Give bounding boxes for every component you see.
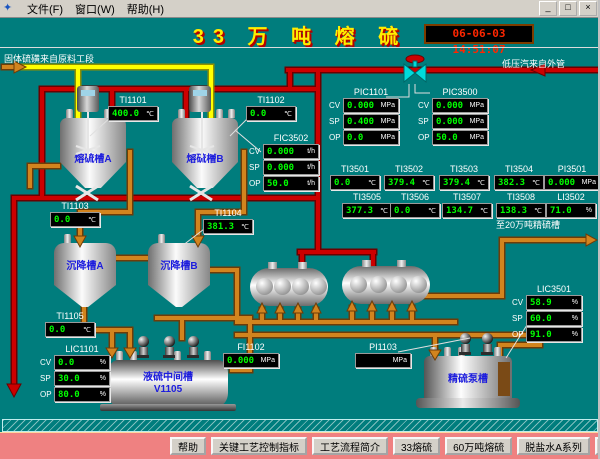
menu-help[interactable]: 帮助(H) — [121, 0, 170, 18]
tank-label: 熔硫槽A — [60, 150, 126, 165]
app-icon: ✦ — [3, 2, 17, 15]
menu-window[interactable]: 窗口(W) — [69, 0, 121, 18]
pump-icon — [459, 333, 471, 358]
pump-icon — [163, 336, 175, 361]
tank-nozzle — [64, 234, 71, 243]
melter-tank-a: 熔硫槽A — [60, 118, 126, 188]
ti3507-display: TI3507 134.7℃ — [442, 192, 492, 218]
tank-label: 液硫中间槽 — [108, 368, 228, 383]
tank-nozzle — [228, 109, 235, 118]
ti1101-display: TI1101 400.0℃ — [108, 95, 158, 121]
ti3505-display: TI3505 377.3℃ — [342, 192, 392, 218]
ti3503-display: TI3503 379.4℃ — [439, 164, 489, 190]
ti3508-display: TI3508 138.3℃ — [496, 192, 546, 218]
pic1101-controller[interactable]: PIC1101 CV0.000MPa SP0.400MPa OP0.0MPa — [329, 87, 399, 146]
ti3506-display: TI3506 0.0℃ — [390, 192, 440, 218]
process-flow-intro-button[interactable]: 工艺流程简介 — [312, 437, 388, 455]
tank-nozzle — [158, 234, 165, 243]
nav-button-bar: 帮助 关键工艺控制指标 工艺流程简介 33熔硫 60万吨熔硫 脱盐水A系列 脱盐… — [0, 432, 600, 459]
fi1102-display: FI1102 0.000MPa — [223, 342, 279, 368]
hatched-strip — [2, 419, 598, 432]
feed-source-label: 固体硫磺来自原料工段 — [4, 52, 94, 65]
restore-button[interactable]: □ — [559, 1, 577, 16]
page-title: 33 万 吨 熔 硫 — [160, 20, 440, 49]
melter-tank-b: 熔硫槽B — [172, 118, 238, 188]
pump-icon — [481, 333, 493, 358]
window-controls: _ □ × — [539, 1, 597, 16]
fic3502-controller[interactable]: FIC3502 CV0.000t/h SP0.000t/h OP50.0t/h — [249, 133, 319, 192]
tank-nozzle — [178, 109, 185, 118]
close-button[interactable]: × — [579, 1, 597, 16]
ti1103-display: TI1103 0.0℃ — [50, 201, 100, 227]
pump-icon — [137, 336, 149, 361]
sulfur-600k-button[interactable]: 60万吨熔硫 — [445, 437, 512, 455]
menu-file[interactable]: 文件(F) — [21, 0, 69, 18]
ti1102-display: TI1102 0.0℃ — [246, 95, 296, 121]
tank-label: V1105 — [108, 384, 228, 395]
tank-nozzle — [66, 109, 73, 118]
ti3501-display: TI3501 0.0℃ — [330, 164, 380, 190]
pi3501-display: PI3501 0.000MPa — [544, 164, 600, 190]
ti3502-display: TI3502 379.4℃ — [384, 164, 434, 190]
tank-nozzle — [216, 109, 223, 118]
demin-water-b-button[interactable]: 脱盐水B系列 — [595, 437, 600, 455]
tank-base — [100, 404, 236, 411]
tank-label: 沉降槽A — [54, 257, 116, 272]
steam-source-label: 低压汽来自外管 — [502, 57, 565, 70]
horizontal-vessel-1 — [250, 268, 328, 306]
horizontal-vessel-2 — [342, 266, 430, 304]
ti1104-display: TI1104 381.3℃ — [203, 208, 253, 234]
ti3504-display: TI3504 382.3℃ — [494, 164, 544, 190]
ti1105-display: TI1105 0.0℃ — [45, 311, 95, 337]
settler-tank-a: 沉降槽A — [54, 243, 116, 307]
to-storage-label: 至20万吨精硫槽 — [496, 218, 560, 231]
settler-tank-b: 沉降槽B — [148, 243, 210, 307]
steam-control-valve[interactable] — [404, 55, 426, 82]
sulfur-33-button[interactable]: 33熔硫 — [393, 437, 440, 455]
pic3500-controller[interactable]: PIC3500 CV0.000MPa SP0.000MPa OP50.0MPa — [418, 87, 488, 146]
agitator-motor — [77, 86, 99, 112]
pump-icon — [187, 336, 199, 361]
menu-bar: ✦ 文件(F) 窗口(W) 帮助(H) _ □ × — [0, 0, 600, 18]
li3502-display: LI3502 71.0% — [546, 192, 596, 218]
tank-label: 熔硫槽B — [172, 150, 238, 165]
pi1103-display: PI1103 MPa — [355, 342, 411, 368]
lic3501-controller[interactable]: LIC3501 CV58.9% SP60.0% OP91.0% — [512, 284, 582, 343]
demin-water-a-button[interactable]: 脱盐水A系列 — [517, 437, 590, 455]
help-button[interactable]: 帮助 — [170, 437, 206, 455]
tank-base — [416, 398, 520, 408]
datetime-display: 06-06-03 14:51:07 — [424, 24, 534, 44]
hmi-screen: ✦ 文件(F) 窗口(W) 帮助(H) _ □ × 33 万 吨 熔 硫 06-… — [0, 0, 600, 459]
key-process-indicators-button[interactable]: 关键工艺控制指标 — [211, 437, 307, 455]
tank-insulation-patch — [498, 362, 510, 396]
lic1101-controller[interactable]: LIC1101 CV0.0% SP30.0% OP80.0% — [40, 344, 110, 403]
agitator-motor — [189, 86, 211, 112]
minimize-button[interactable]: _ — [539, 1, 557, 16]
header-divider — [0, 47, 600, 48]
mid-tank-v1105: 液硫中间槽 V1105 — [108, 360, 228, 406]
tank-label: 沉降槽B — [148, 257, 210, 272]
